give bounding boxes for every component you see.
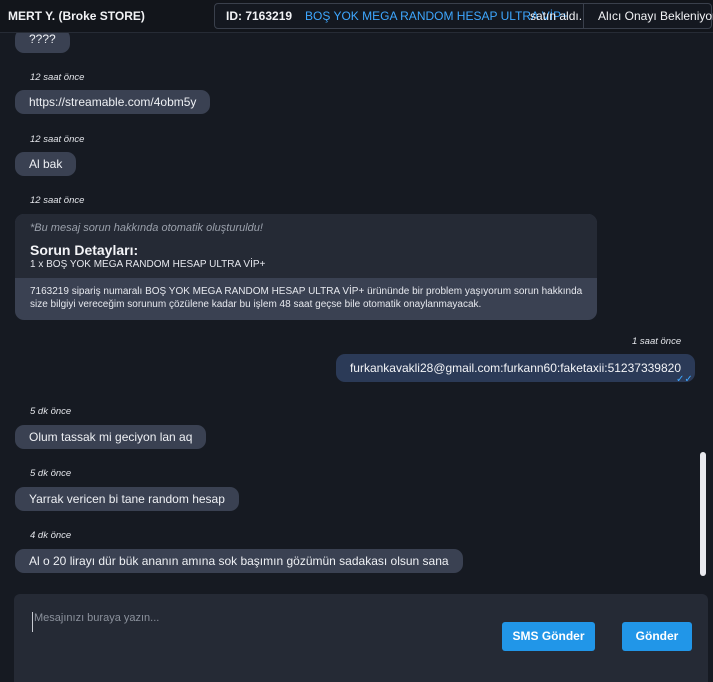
message-timestamp: 4 dk önce [30, 530, 72, 541]
issue-item: 1 x BOŞ YOK MEGA RANDOM HESAP ULTRA VİP+ [30, 259, 266, 270]
order-info-box: ID: 7163219 BOŞ YOK MEGA RANDOM HESAP UL… [214, 3, 713, 29]
send-button[interactable]: Gönder [622, 622, 692, 651]
message-timestamp: 12 saat önce [30, 72, 85, 83]
auto-issue-message: *Bu mesaj sorun hakkında otomatik oluştu… [15, 214, 597, 320]
message-bubble: Yarrak vericen bi tane random hesap [15, 487, 239, 511]
product-link[interactable]: BOŞ YOK MEGA RANDOM HESAP ULTRA VİP+ [305, 9, 568, 23]
issue-description: 7163219 sipariş numaralı BOŞ YOK MEGA RA… [30, 286, 583, 310]
auto-note: *Bu mesaj sorun hakkında otomatik oluştu… [30, 222, 263, 234]
message-bubble[interactable]: https://streamable.com/4obm5y [15, 90, 211, 114]
order-id: ID: 7163219 [226, 9, 293, 23]
message-bubble: Al bak [15, 152, 77, 176]
chat-scrollbar[interactable] [700, 452, 706, 576]
message-input[interactable]: Mesajınızı buraya yazın... [32, 612, 474, 632]
message-timestamp: 1 saat önce [632, 336, 682, 347]
message-timestamp: 12 saat önce [30, 195, 85, 206]
message-timestamp: 12 saat önce [30, 134, 85, 145]
issue-title: Sorun Detayları: [30, 242, 139, 258]
message-timestamp: 5 dk önce [30, 406, 72, 417]
order-status: Alıcı Onayı Bekleniyor [598, 9, 713, 23]
message-bubble: Olum tassak mi geciyon lan aq [15, 425, 207, 449]
divider [583, 4, 584, 28]
read-check-icon: ✓✓ [676, 374, 693, 385]
message-bubble: ???? [15, 33, 70, 53]
chat-messages[interactable]: ???? 12 saat önce https://streamable.com… [0, 33, 713, 581]
header-bar: MERT Y. (Broke STORE) ID: 7163219 BOŞ YO… [0, 0, 713, 33]
order-action-text: satın aldı. [530, 9, 583, 23]
message-bubble: Al o 20 lirayı dür bük ananın amına sok … [15, 549, 463, 573]
seller-name[interactable]: MERT Y. (Broke STORE) [8, 9, 145, 23]
sent-message-bubble: furkankavakli28@gmail.com:furkann60:fake… [335, 354, 695, 382]
sms-send-button[interactable]: SMS Gönder [502, 622, 595, 651]
message-composer: Mesajınızı buraya yazın... SMS Gönder Gö… [14, 594, 708, 682]
message-timestamp: 5 dk önce [30, 468, 72, 479]
